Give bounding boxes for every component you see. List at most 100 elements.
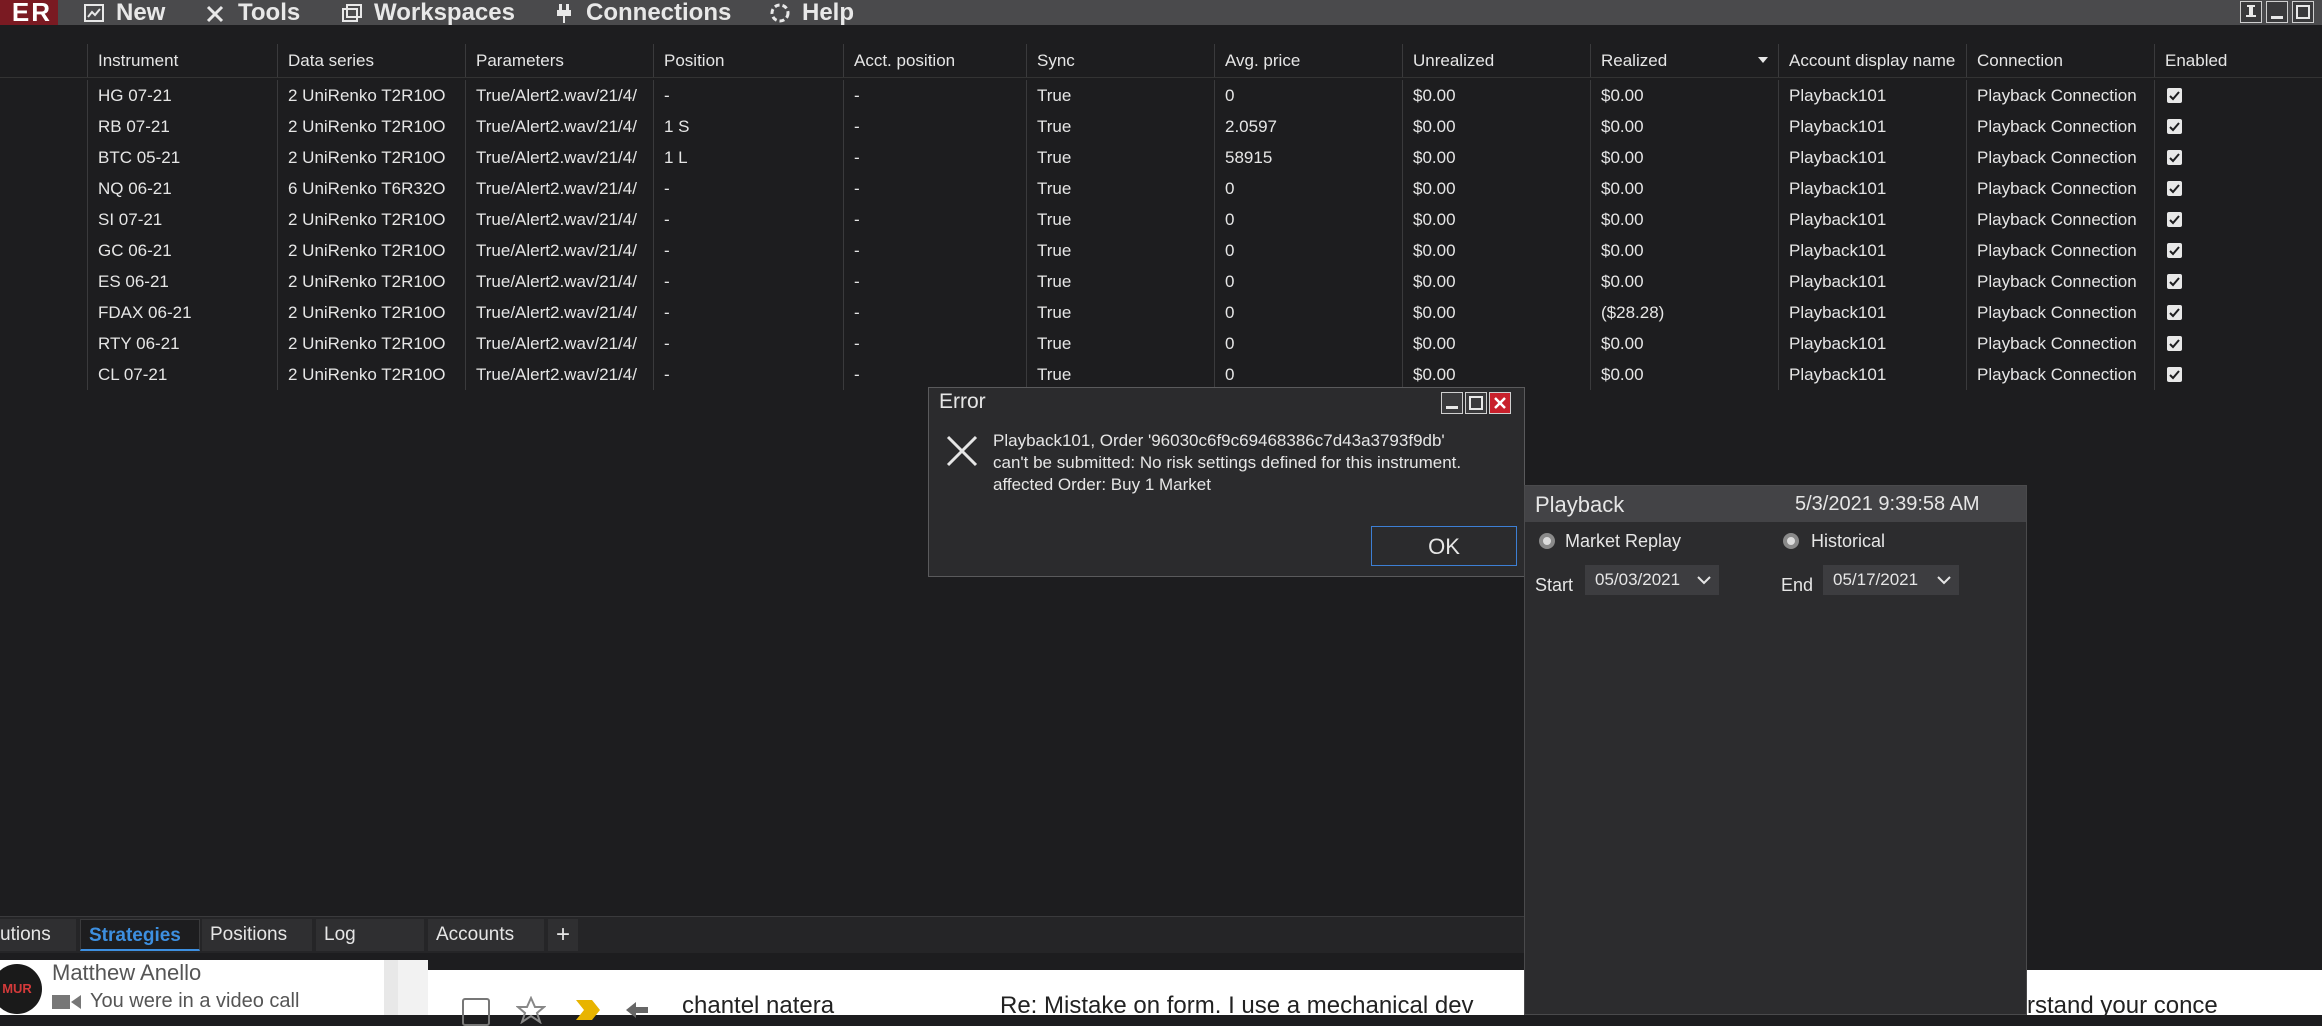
ok-button[interactable]: OK	[1371, 526, 1517, 566]
end-label: End	[1781, 575, 1814, 595]
table-row[interactable]: SI 07-21 2 UniRenko T2R10O True/Alert2.wav…	[0, 204, 2322, 235]
col-account-display-name[interactable]: Account display name	[1778, 44, 1966, 77]
cell-position: -	[653, 204, 843, 235]
end-date-picker[interactable]: 05/17/2021	[1823, 565, 1959, 595]
cell-enabled	[2154, 111, 2322, 142]
col-realized[interactable]: Realized	[1590, 44, 1778, 77]
cell-enabled	[2154, 80, 2322, 111]
start-label: Start	[1535, 575, 1574, 595]
email-list-row-right: rstand your conce	[2027, 970, 2322, 1019]
col-data-series[interactable]: Data series	[277, 44, 465, 77]
menu-connections[interactable]: Connections	[552, 0, 731, 25]
app-logo: ER	[0, 0, 58, 25]
tab-executions[interactable]: utions	[0, 919, 76, 951]
enabled-checkbox[interactable]	[2167, 212, 2182, 227]
col-connection[interactable]: Connection	[1966, 44, 2154, 77]
select-checkbox[interactable]	[462, 998, 490, 1026]
cell-connection: Playback Connection	[1966, 359, 2154, 390]
cell-data-series: 6 UniRenko T6R32O	[277, 173, 465, 204]
cell-sync: True	[1026, 266, 1214, 297]
cell-unrealized: $0.00	[1402, 266, 1590, 297]
menu-workspaces[interactable]: Workspaces	[340, 0, 515, 25]
star-icon[interactable]	[516, 996, 546, 1024]
add-tab-button[interactable]: +	[548, 919, 578, 951]
cell-data-series: 2 UniRenko T2R10O	[277, 266, 465, 297]
enabled-checkbox[interactable]	[2167, 336, 2182, 351]
help-icon	[770, 3, 790, 22]
cell-unrealized: $0.00	[1402, 204, 1590, 235]
menu-tools-label: Tools	[238, 0, 301, 26]
cell-acct-position: -	[843, 328, 1026, 359]
cell-realized: $0.00	[1590, 266, 1778, 297]
table-row[interactable]: RTY 06-21 2 UniRenko T2R10O True/Alert2.wa…	[0, 328, 2322, 359]
table-row[interactable]: BTC 05-21 2 UniRenko T2R10O True/Alert2.wa…	[0, 142, 2322, 173]
table-row[interactable]: NQ 06-21 6 UniRenko T6R32O True/Alert2.wav…	[0, 173, 2322, 204]
chat-contact-panel: MUR Matthew Anello You were in a video c…	[0, 960, 398, 1015]
cell-parameters: True/Alert2.wav/21/4/	[465, 266, 653, 297]
market-replay-label: Market Replay	[1565, 531, 1682, 551]
enabled-checkbox[interactable]	[2167, 150, 2182, 165]
col-position[interactable]: Position	[653, 44, 843, 77]
table-row[interactable]: ES 06-21 2 UniRenko T2R10O True/Alert2.wav…	[0, 266, 2322, 297]
enabled-checkbox[interactable]	[2167, 367, 2182, 382]
chevron-down-icon	[1937, 576, 1951, 585]
cell-position: -	[653, 266, 843, 297]
table-row[interactable]: CL 07-21 2 UniRenko T2R10O True/Alert2.wav…	[0, 359, 2322, 390]
col-realized-label: Realized	[1601, 51, 1668, 70]
avatar: MUR	[0, 964, 42, 1014]
cell-acct-position: -	[843, 173, 1026, 204]
cell-sync: True	[1026, 328, 1214, 359]
cell-sync: True	[1026, 80, 1214, 111]
enabled-checkbox[interactable]	[2167, 119, 2182, 134]
menu-tools[interactable]: Tools	[204, 0, 300, 25]
cell-instrument: ES 06-21	[87, 266, 277, 297]
cell-realized: $0.00	[1590, 173, 1778, 204]
menu-help[interactable]: Help	[768, 0, 854, 25]
col-enabled[interactable]: Enabled	[2154, 44, 2322, 77]
dialog-minimize-icon[interactable]	[1441, 392, 1463, 414]
col-unrealized[interactable]: Unrealized	[1402, 44, 1590, 77]
cell-account-display-name: Playback101	[1778, 266, 1966, 297]
chevron-down-icon	[1697, 576, 1711, 585]
contact-status: You were in a video call	[90, 990, 300, 1012]
col-avg-price[interactable]: Avg. price	[1214, 44, 1402, 77]
enabled-checkbox[interactable]	[2167, 88, 2182, 103]
enabled-checkbox[interactable]	[2167, 243, 2182, 258]
tab-log[interactable]: Log	[316, 919, 424, 951]
cell-position: 1 L	[653, 142, 843, 173]
radio-market-replay[interactable]	[1539, 533, 1555, 549]
contact-name[interactable]: Matthew Anello	[52, 960, 201, 986]
minimize-icon[interactable]	[2266, 1, 2288, 23]
table-row[interactable]: HG 07-21 2 UniRenko T2R10O True/Alert2.wav…	[0, 80, 2322, 111]
enabled-checkbox[interactable]	[2167, 181, 2182, 196]
menu-bar: ER New Tools Workspaces Connections Help	[0, 0, 2322, 25]
col-parameters[interactable]: Parameters	[465, 44, 653, 77]
table-row[interactable]: FDAX 06-21 2 UniRenko T2R10O True/Alert2.w…	[0, 297, 2322, 328]
tab-strategies[interactable]: Strategies	[80, 919, 200, 951]
cell-position: 1 S	[653, 111, 843, 142]
email-list-row[interactable]: chantel natera Re: Mistake on form. I us…	[428, 970, 1524, 1026]
enabled-checkbox[interactable]	[2167, 305, 2182, 320]
table-row[interactable]: GC 06-21 2 UniRenko T2R10O True/Alert2.wav…	[0, 235, 2322, 266]
radio-historical[interactable]	[1783, 533, 1799, 549]
cell-connection: Playback Connection	[1966, 173, 2154, 204]
maximize-icon[interactable]	[2292, 1, 2314, 23]
important-icon[interactable]	[574, 998, 602, 1022]
historical-label: Historical	[1811, 531, 1886, 551]
col-sync[interactable]: Sync	[1026, 44, 1214, 77]
tab-positions[interactable]: Positions	[202, 919, 312, 951]
dialog-maximize-icon[interactable]	[1465, 392, 1487, 414]
cell-account-display-name: Playback101	[1778, 235, 1966, 266]
col-instrument[interactable]: Instrument	[87, 44, 277, 77]
sort-desc-icon	[1758, 57, 1768, 63]
enabled-checkbox[interactable]	[2167, 274, 2182, 289]
cell-avg-price: 0	[1214, 297, 1402, 328]
menu-new[interactable]: New	[82, 0, 165, 25]
tab-accounts[interactable]: Accounts	[428, 919, 544, 951]
start-date-picker[interactable]: 05/03/2021	[1585, 565, 1719, 595]
table-row[interactable]: RB 07-21 2 UniRenko T2R10O True/Alert2.wav…	[0, 111, 2322, 142]
col-acct-position[interactable]: Acct. position	[843, 44, 1033, 77]
dialog-close-icon[interactable]	[1489, 392, 1511, 414]
pin-icon[interactable]	[2240, 1, 2262, 23]
cell-parameters: True/Alert2.wav/21/4/	[465, 297, 653, 328]
